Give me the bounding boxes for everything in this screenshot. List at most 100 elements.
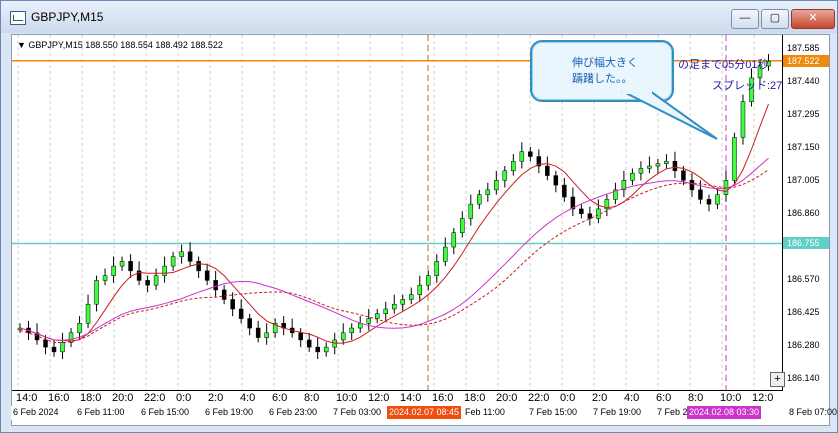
time-label: 4:0 <box>624 392 640 404</box>
price-scale[interactable]: 187.585 187.440 187.295 187.150 187.005 186.8… <box>782 35 829 390</box>
candle <box>60 342 65 353</box>
zoom-plus-button[interactable]: + <box>770 372 785 387</box>
window-title: GBPJPY,M15 <box>31 10 104 24</box>
time-label: 0:0 <box>176 392 192 404</box>
candle <box>51 346 57 353</box>
candle <box>94 280 99 305</box>
date-label: 6 Feb 11:00 <box>77 407 125 417</box>
date-marker-tag: 2024.02.07 08:45 <box>387 406 462 419</box>
candle <box>111 265 116 276</box>
candle <box>579 208 584 214</box>
time-label: 8:0 <box>304 392 320 404</box>
candle <box>85 303 91 324</box>
time-label: 16:0 <box>432 392 454 404</box>
time-label: 22:0 <box>528 392 550 404</box>
candle <box>443 246 448 262</box>
candle <box>213 280 218 291</box>
candle <box>255 327 261 338</box>
time-label: 0:0 <box>560 392 576 404</box>
price-tag: 187.522 <box>783 54 829 67</box>
price-label: 187.440 <box>787 76 820 86</box>
price-label: 186.425 <box>787 307 820 317</box>
candle <box>247 318 252 329</box>
candle <box>221 289 227 300</box>
time-label: 14:0 <box>16 392 38 404</box>
candle <box>187 251 193 262</box>
candle <box>315 346 320 353</box>
time-label: 2:0 <box>208 392 224 404</box>
candle <box>238 308 244 319</box>
time-label: 12:0 <box>752 392 774 404</box>
candle <box>196 261 201 272</box>
ma-dashed-line <box>19 169 769 344</box>
date-marker-tag: 2024.02.08 03:30 <box>687 406 762 419</box>
time-label: 10:0 <box>336 392 358 404</box>
candle <box>43 339 48 348</box>
price-label: 186.140 <box>787 373 820 383</box>
date-label: 6 Feb 15:00 <box>141 407 190 417</box>
candle <box>434 261 440 276</box>
candle <box>468 203 474 219</box>
date-label: 8 Feb 07:00 <box>789 407 838 417</box>
candle <box>426 275 431 286</box>
date-label: 7 Feb 15:00 <box>529 407 578 417</box>
close-button[interactable]: ✕ <box>791 9 835 29</box>
candle <box>477 194 482 205</box>
candle <box>596 208 601 219</box>
price-label: 187.585 <box>787 43 820 53</box>
price-label: 187.295 <box>787 109 820 119</box>
chart-window: GBPJPY,M15 — ▢ ✕ ▼ GBPJPY,M15 188.550 18… <box>0 0 838 433</box>
date-label: 7 Feb 19:00 <box>593 407 642 417</box>
candle <box>298 332 303 341</box>
time-label: 12:0 <box>368 392 390 404</box>
candle <box>562 184 567 198</box>
time-label: 16:0 <box>48 392 70 404</box>
time-label: 20:0 <box>112 392 134 404</box>
title-bar[interactable]: GBPJPY,M15 — ▢ ✕ <box>1 1 837 33</box>
candle <box>102 275 108 281</box>
candle <box>400 299 406 305</box>
price-chart[interactable]: ▼ GBPJPY,M15 188.550 188.554 188.492 188… <box>11 34 830 426</box>
candle <box>409 294 414 300</box>
price-tag: 186.755 <box>783 237 829 250</box>
time-label: 6:0 <box>272 392 288 404</box>
candle <box>170 256 176 267</box>
candle <box>145 280 150 286</box>
candle <box>323 346 329 353</box>
candle <box>681 170 686 181</box>
candle <box>383 308 388 315</box>
date-label: 7 Feb 2 <box>657 407 688 417</box>
time-label: 2:0 <box>592 392 608 404</box>
candle <box>391 303 397 310</box>
date-label: 6 Feb 2024 <box>13 407 59 417</box>
time-scale[interactable]: 14:0 16:0 18:0 20:0 22:0 0:0 2:0 4:0 6:0 8:0 10:0 1… <box>12 390 783 405</box>
bar-countdown-text: の足まで05分01秒 <box>678 59 769 71</box>
candle <box>545 165 550 176</box>
candle <box>740 101 746 138</box>
candle <box>715 194 720 205</box>
time-label: 6:0 <box>656 392 672 404</box>
candle <box>502 170 508 181</box>
candle <box>349 327 354 334</box>
candle <box>698 189 703 200</box>
candle <box>655 163 661 167</box>
candle <box>630 172 635 181</box>
candle <box>494 180 499 191</box>
candle <box>460 218 465 234</box>
candle <box>553 175 559 186</box>
candle <box>128 261 133 272</box>
candle <box>647 165 652 169</box>
minimize-button[interactable]: — <box>731 9 759 29</box>
candle <box>119 261 125 267</box>
spread-text: スプレッド:27 <box>712 80 783 92</box>
candle <box>511 161 516 172</box>
candle <box>366 318 371 324</box>
maximize-button[interactable]: ▢ <box>761 9 789 29</box>
candle <box>451 232 457 248</box>
symbol-info: ▼ GBPJPY,M15 188.550 188.554 188.492 188… <box>17 40 223 50</box>
price-label: 187.005 <box>787 175 820 185</box>
price-label: 186.570 <box>787 274 820 284</box>
time-label: 18:0 <box>80 392 102 404</box>
candle <box>374 313 380 319</box>
candle <box>528 151 533 157</box>
